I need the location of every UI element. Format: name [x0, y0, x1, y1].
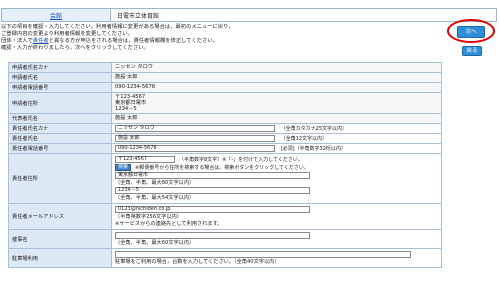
instruction-line-3-post: と異なる方が申込をされる場合は，責任者情報欄を修正してください。: [48, 38, 218, 44]
address-1-input[interactable]: 東京都日電市: [115, 172, 310, 179]
responsible-kana-row: 責任者氏名カナ ニッセン タロウ （全角カタカナ25文字以内）: [8, 124, 442, 134]
applicant-address-2: 1234－5: [115, 106, 137, 112]
instruction-line-2: ご登録内容の変更より利用者情報を変更してください。: [1, 31, 133, 37]
address-search-button[interactable]: 検索: [115, 164, 132, 171]
responsible-address-label: 責任者住所: [9, 154, 112, 203]
zip-input[interactable]: 〒123-4567: [115, 156, 175, 163]
representative-value: 施設 太郎: [112, 114, 441, 123]
back-button[interactable]: 戻る: [462, 46, 482, 56]
instruction-line-3: 団体・法人で責任者と異なる方が申込をされる場合は，責任者情報欄を修正してください…: [1, 38, 441, 45]
representative-row: 代表者氏名 施設 太郎: [8, 114, 442, 124]
event-name-note: （全角、半角、最大60文字以内）: [115, 240, 195, 246]
responsible-name-row: 責任者氏名 施設 太郎 （全角12文字以内）: [8, 134, 442, 144]
next-button[interactable]: 次へ: [457, 26, 485, 38]
representative-label: 代表者氏名: [9, 114, 112, 123]
responsible-name-label: 責任者氏名: [9, 134, 112, 143]
application-form: 申請者氏名カナ ニッセン タロウ 申請者氏名 施設 太郎 申請者電話番号 090…: [8, 62, 442, 268]
responsible-address-row: 責任者住所 〒123-4567 （半角数字8文字）※「-」を付けて入力してください…: [8, 154, 442, 204]
address-1-note: （全角、半角、最大80文字以内）: [115, 180, 195, 186]
instructions: 以下の項目を確認・入力してください。利用者情報に変更がある場合は，最初のメニュー…: [1, 24, 441, 52]
zip-note: （半角数字8文字）※「-」を付けて入力してください。: [179, 156, 303, 163]
applicant-name-label: 申請者氏名: [9, 73, 112, 82]
responsible-name-input[interactable]: 施設 太郎: [115, 135, 275, 142]
responsible-mail-row: 責任者メールアドレス 0123@nichiden.co.jp （半角英数字256…: [8, 204, 442, 230]
applicant-kana-label: 申請者氏名カナ: [9, 63, 112, 72]
event-name-row: 催事名 （全角、半角、最大60文字以内）: [8, 230, 442, 249]
mail-note-1: （半角英数字256文字以内）: [115, 214, 182, 220]
mail-input[interactable]: 0123@nichiden.co.jp: [115, 206, 310, 213]
responsible-kana-note: （全角カタカナ25文字以内）: [280, 125, 348, 132]
instruction-line-4: 確認・入力が終わりましたら，次へをクリックしてください。: [1, 45, 149, 51]
responsible-tel-input[interactable]: 090-1234-5678: [115, 145, 275, 152]
responsible-name-note: （全角12文字以内）: [280, 135, 328, 142]
applicant-address-value: 〒123-4567 東京都日電市 1234－5: [112, 93, 441, 113]
applicant-address-label: 申請者住所: [9, 93, 112, 113]
mail-note-2: ※サービスからの連絡先として利用されます。: [115, 221, 223, 227]
parking-note: 駐車場をご利用の場合，台数を入力してください。（全角40文字以内）: [115, 259, 280, 265]
responsible-person-link[interactable]: 責任者: [33, 38, 49, 44]
address-2-input[interactable]: 1234－5: [115, 187, 310, 194]
applicant-kana-value: ニッセン タロウ: [112, 63, 441, 72]
applicant-tel-row: 申請者電話番号 090-1234-5678: [8, 83, 442, 93]
responsible-kana-label: 責任者氏名カナ: [9, 124, 112, 133]
header-link-cell: 会館: [2, 9, 111, 21]
parking-input[interactable]: [115, 251, 411, 258]
facility-name: 日電市立体育館: [117, 12, 160, 20]
responsible-kana-input[interactable]: ニッセン タロウ: [115, 125, 275, 132]
instruction-line-1: 以下の項目を確認・入力してください。利用者情報に変更がある場合は，最初のメニュー…: [1, 24, 234, 30]
parking-label: 駐車場利用: [9, 249, 112, 267]
responsible-mail-label: 責任者メールアドレス: [9, 204, 112, 229]
responsible-tel-note: [必須]（半角数字32桁以内）: [280, 145, 346, 152]
applicant-address-row: 申請者住所 〒123-4567 東京都日電市 1234－5: [8, 93, 442, 114]
event-name-label: 催事名: [9, 230, 112, 248]
responsible-tel-label: 責任者電話番号: [9, 144, 112, 153]
parking-row: 駐車場利用 駐車場をご利用の場合，台数を入力してください。（全角40文字以内）: [8, 249, 442, 268]
instruction-line-3-pre: 団体・法人で: [1, 38, 33, 44]
applicant-tel-value: 090-1234-5678: [112, 83, 441, 92]
facility-header: 会館 日電市立体育館: [1, 8, 497, 22]
applicant-name-value: 施設 太郎: [112, 73, 441, 82]
applicant-tel-label: 申請者電話番号: [9, 83, 112, 92]
search-note: ※郵便番号から住所を検索する場合は、検索ボタンをクリックしてください。: [135, 164, 309, 171]
responsible-tel-row: 責任者電話番号 090-1234-5678 [必須]（半角数字32桁以内）: [8, 144, 442, 154]
event-name-input[interactable]: [115, 232, 310, 239]
applicant-name-row: 申請者氏名 施設 太郎: [8, 73, 442, 83]
applicant-kana-row: 申請者氏名カナ ニッセン タロウ: [8, 62, 442, 73]
address-2-note: （全角、半角、最大54文字以内）: [115, 195, 195, 201]
header-link[interactable]: 会館: [50, 11, 62, 20]
